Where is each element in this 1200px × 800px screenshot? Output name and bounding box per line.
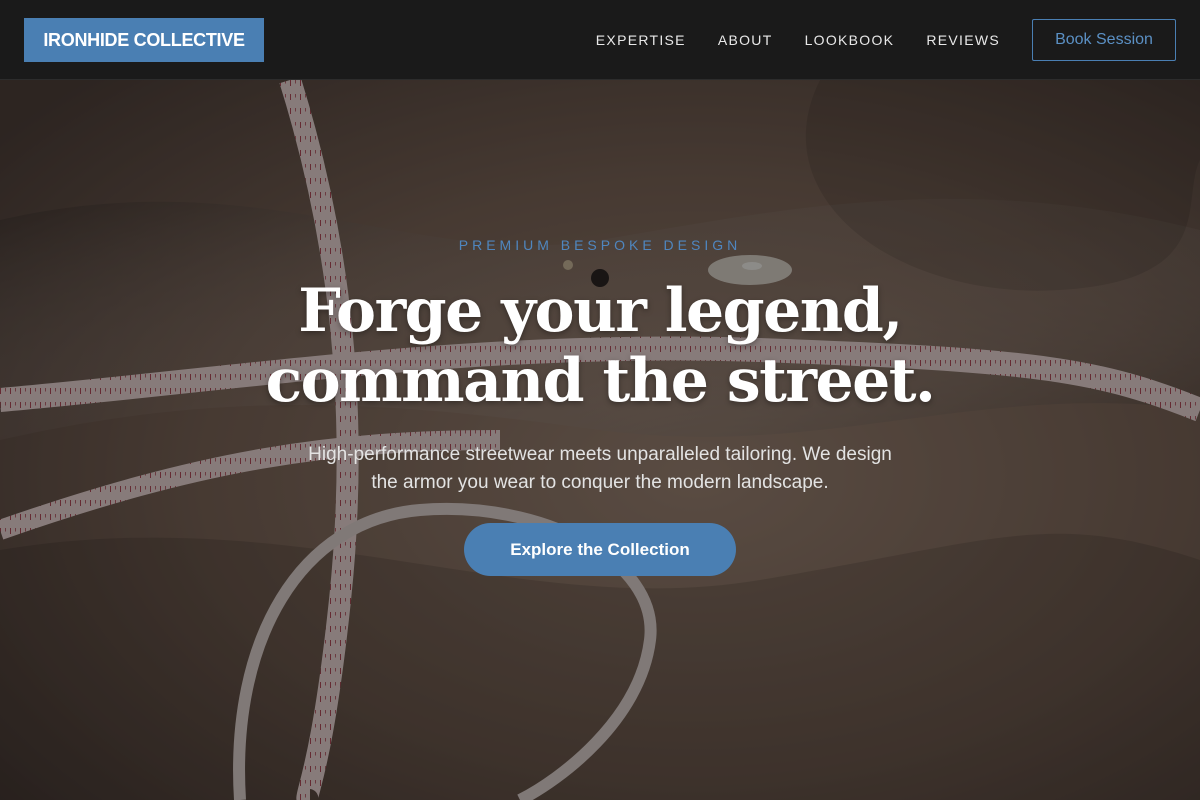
hero-eyebrow: PREMIUM BESPOKE DESIGN bbox=[458, 237, 742, 253]
nav-link-reviews[interactable]: REVIEWS bbox=[926, 32, 1000, 48]
explore-collection-button[interactable]: Explore the Collection bbox=[464, 523, 736, 576]
book-session-button[interactable]: Book Session bbox=[1032, 19, 1176, 61]
main-nav: EXPERTISE ABOUT LOOKBOOK REVIEWS bbox=[564, 0, 1000, 80]
hero-content: PREMIUM BESPOKE DESIGN Forge your legend… bbox=[0, 80, 1200, 800]
nav-link-about[interactable]: ABOUT bbox=[718, 32, 773, 48]
nav-link-expertise[interactable]: EXPERTISE bbox=[596, 32, 686, 48]
hero-headline: Forge your legend, command the street. bbox=[0, 276, 1200, 416]
top-navigation-bar: IRONHIDE COLLECTIVE EXPERTISE ABOUT LOOK… bbox=[0, 0, 1200, 80]
hero-headline-line-2: command the street. bbox=[265, 346, 936, 416]
brand-logo[interactable]: IRONHIDE COLLECTIVE bbox=[24, 18, 264, 62]
nav-link-lookbook[interactable]: LOOKBOOK bbox=[805, 32, 895, 48]
hero-subtext-line-1: High-performance streetwear meets unpara… bbox=[308, 444, 892, 465]
hero-subtext-line-2: the armor you wear to conquer the modern… bbox=[371, 472, 829, 493]
hero-section: PREMIUM BESPOKE DESIGN Forge your legend… bbox=[0, 80, 1200, 800]
hero-subtext: High-performance streetwear meets unpara… bbox=[260, 441, 940, 497]
hero-headline-line-1: Forge your legend, bbox=[298, 276, 903, 346]
